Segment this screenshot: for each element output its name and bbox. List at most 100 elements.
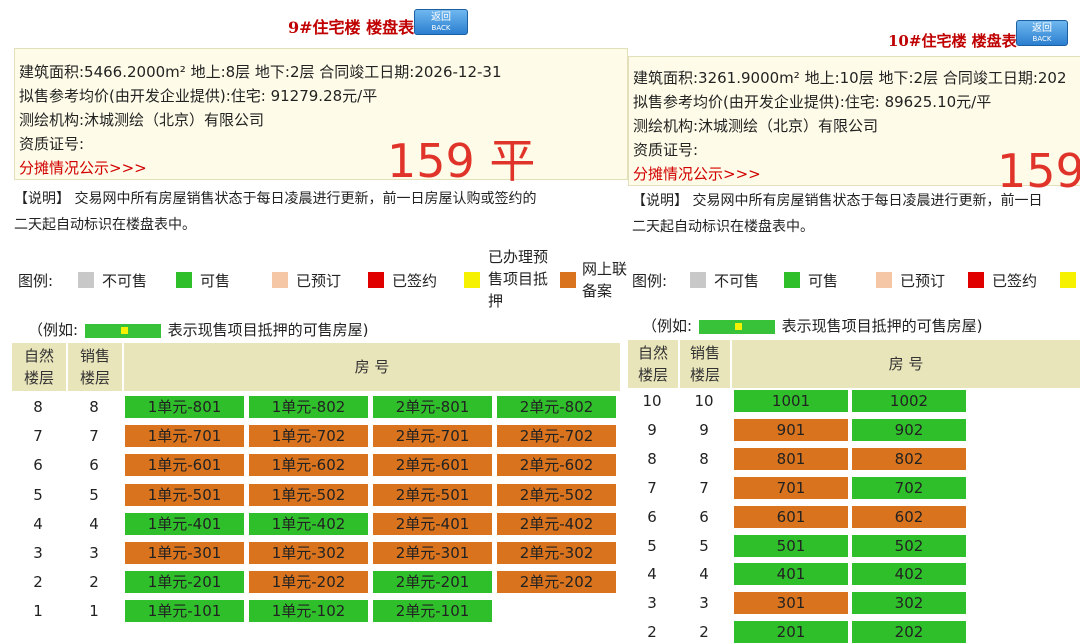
room-cell[interactable]: 301 bbox=[734, 592, 848, 615]
sales-floor-cell: 10 bbox=[694, 392, 714, 410]
sales-floor-cell: 3 bbox=[89, 544, 99, 562]
room-cell[interactable]: 2单元-401 bbox=[373, 512, 492, 535]
room-cell[interactable]: 702 bbox=[852, 476, 966, 499]
page-title: 9#住宅楼 楼盘表 bbox=[288, 18, 415, 37]
room-cell[interactable]: 1单元-502 bbox=[249, 483, 368, 506]
room-cell[interactable]: 2单元-601 bbox=[373, 454, 492, 477]
room-cell[interactable]: 801 bbox=[734, 447, 848, 470]
room-cell[interactable]: 1单元-802 bbox=[249, 396, 368, 418]
room-cell[interactable]: 1单元-401 bbox=[125, 512, 244, 535]
room-cell[interactable]: 501 bbox=[734, 534, 848, 557]
area-overlay-text: 159 平 bbox=[387, 134, 536, 188]
room-cell[interactable]: 2单元-802 bbox=[497, 396, 616, 418]
room-cell[interactable]: 2单元-801 bbox=[373, 396, 492, 418]
room-cell[interactable]: 202 bbox=[852, 621, 966, 644]
legend-label: 图例: bbox=[18, 272, 54, 290]
header-natural-floor-l2: 楼层 bbox=[637, 366, 668, 384]
room-cell[interactable]: 502 bbox=[852, 534, 966, 557]
room-cell[interactable]: 1单元-101 bbox=[125, 600, 244, 623]
legend-swatch-reserved bbox=[876, 272, 892, 288]
room-cell[interactable]: 802 bbox=[852, 447, 966, 470]
license-line: 资质证号: bbox=[633, 141, 699, 159]
surveyor-line: 测绘机构:沐城测绘（北京）有限公司 bbox=[19, 111, 265, 129]
room-cell[interactable]: 601 bbox=[734, 505, 848, 528]
legend-filed-line-1: 网上联 bbox=[582, 260, 628, 278]
room-cell[interactable]: 1001 bbox=[734, 390, 848, 412]
example-prefix: （例如: bbox=[642, 317, 693, 335]
room-cell[interactable]: 1单元-602 bbox=[249, 454, 368, 477]
header-natural-floor-l1: 自然 bbox=[637, 344, 668, 362]
room-cell[interactable]: 1002 bbox=[852, 390, 966, 412]
legend-mortgage: 已办理预 售项目抵 押 bbox=[488, 246, 548, 312]
legend-swatch-mortgage bbox=[464, 272, 480, 288]
room-cell[interactable]: 2单元-301 bbox=[373, 542, 492, 564]
room-cell[interactable]: 2单元-602 bbox=[497, 454, 616, 477]
room-cell[interactable]: 1单元-102 bbox=[249, 600, 368, 623]
example-prefix: （例如: bbox=[28, 321, 79, 339]
room-cell[interactable]: 2单元-101 bbox=[373, 600, 492, 623]
room-cell[interactable]: 1单元-801 bbox=[125, 396, 244, 418]
room-cell[interactable]: 2单元-302 bbox=[497, 542, 616, 564]
sales-floor-cell: 8 bbox=[89, 398, 99, 416]
legend-swatch-for-sale bbox=[784, 272, 800, 288]
room-cell[interactable]: 1单元-501 bbox=[125, 483, 244, 506]
legend-reserved: 已预订 bbox=[296, 272, 342, 290]
back-label: 返回 bbox=[1032, 23, 1052, 34]
back-label-en: BACK bbox=[1032, 35, 1052, 43]
room-cell[interactable]: 302 bbox=[852, 592, 966, 615]
room-cell[interactable]: 401 bbox=[734, 563, 848, 586]
room-cell[interactable]: 2单元-502 bbox=[497, 483, 616, 506]
room-cell[interactable]: 701 bbox=[734, 476, 848, 499]
back-button[interactable]: 返回 BACK bbox=[414, 9, 468, 35]
natural-floor-cell: 7 bbox=[33, 427, 43, 446]
room-cell[interactable]: 201 bbox=[734, 621, 848, 644]
sales-floor-cell: 6 bbox=[89, 456, 99, 475]
room-cell[interactable]: 1单元-402 bbox=[249, 512, 368, 535]
room-cell[interactable]: 1单元-202 bbox=[249, 571, 368, 594]
back-button[interactable]: 返回 BACK bbox=[1016, 20, 1068, 46]
natural-floor-cell: 4 bbox=[33, 514, 43, 533]
room-cell[interactable]: 2单元-501 bbox=[373, 483, 492, 506]
room-cell[interactable]: 1单元-701 bbox=[125, 425, 244, 448]
legend-for-sale: 可售 bbox=[200, 272, 231, 290]
room-cell[interactable]: 2单元-702 bbox=[497, 425, 616, 448]
room-cell[interactable]: 2单元-701 bbox=[373, 425, 492, 448]
legend-mortgage-line-3: 押 bbox=[488, 292, 504, 310]
sales-floor-cell: 8 bbox=[699, 449, 709, 468]
sales-floor-cell: 5 bbox=[89, 485, 99, 504]
legend: 图例: 不可售 可售 已预订 已签约 bbox=[628, 244, 1080, 314]
room-cell[interactable]: 1单元-601 bbox=[125, 454, 244, 477]
sales-floor-cell: 6 bbox=[699, 507, 709, 526]
legend-for-sale: 可售 bbox=[808, 272, 839, 290]
share-info-link[interactable]: 分摊情况公示>>> bbox=[19, 157, 147, 178]
legend-swatch-not-for-sale bbox=[690, 272, 706, 288]
room-cell[interactable]: 1单元-301 bbox=[125, 542, 244, 564]
natural-floor-cell: 2 bbox=[647, 623, 657, 642]
notice-text: 【说明】 交易网中所有房屋销售状态于每日凌晨进行更新，前一日 二天起自动标识在楼… bbox=[632, 188, 1080, 240]
avg-price-line: 拟售参考均价(由开发企业提供):住宅: 89625.10元/平 bbox=[633, 93, 992, 111]
room-cell[interactable]: 902 bbox=[852, 418, 966, 441]
room-cell[interactable]: 2单元-202 bbox=[497, 571, 616, 594]
room-cell[interactable]: 2单元-402 bbox=[497, 512, 616, 535]
room-cell[interactable]: 2单元-201 bbox=[373, 571, 492, 594]
natural-floor-cell: 3 bbox=[33, 544, 43, 562]
sales-floor-cell: 7 bbox=[89, 427, 99, 446]
example-swatch bbox=[698, 319, 775, 334]
natural-floor-cell: 6 bbox=[33, 456, 43, 475]
room-cell[interactable]: 602 bbox=[852, 505, 966, 528]
room-cell[interactable]: 1单元-702 bbox=[249, 425, 368, 448]
share-info-link[interactable]: 分摊情况公示>>> bbox=[633, 163, 761, 184]
room-cell[interactable]: 402 bbox=[852, 563, 966, 586]
header-sales-floor-l2: 楼层 bbox=[689, 366, 720, 384]
sales-floor-cell: 4 bbox=[699, 565, 709, 584]
room-cell[interactable]: 1单元-201 bbox=[125, 571, 244, 594]
header-sales-floor-l1: 销售 bbox=[79, 347, 110, 365]
legend-example: （例如: 表示现售项目抵押的可售房屋) bbox=[28, 319, 368, 340]
room-cell[interactable]: 1单元-302 bbox=[249, 542, 368, 564]
legend-label: 图例: bbox=[632, 272, 668, 290]
room-cell[interactable]: 901 bbox=[734, 418, 848, 441]
header-natural-floor-l2: 楼层 bbox=[23, 369, 54, 387]
legend-swatch-reserved bbox=[272, 272, 288, 288]
notice-line-2: 二天起自动标识在楼盘表中。 bbox=[14, 217, 196, 233]
natural-floor-cell: 9 bbox=[647, 420, 657, 439]
